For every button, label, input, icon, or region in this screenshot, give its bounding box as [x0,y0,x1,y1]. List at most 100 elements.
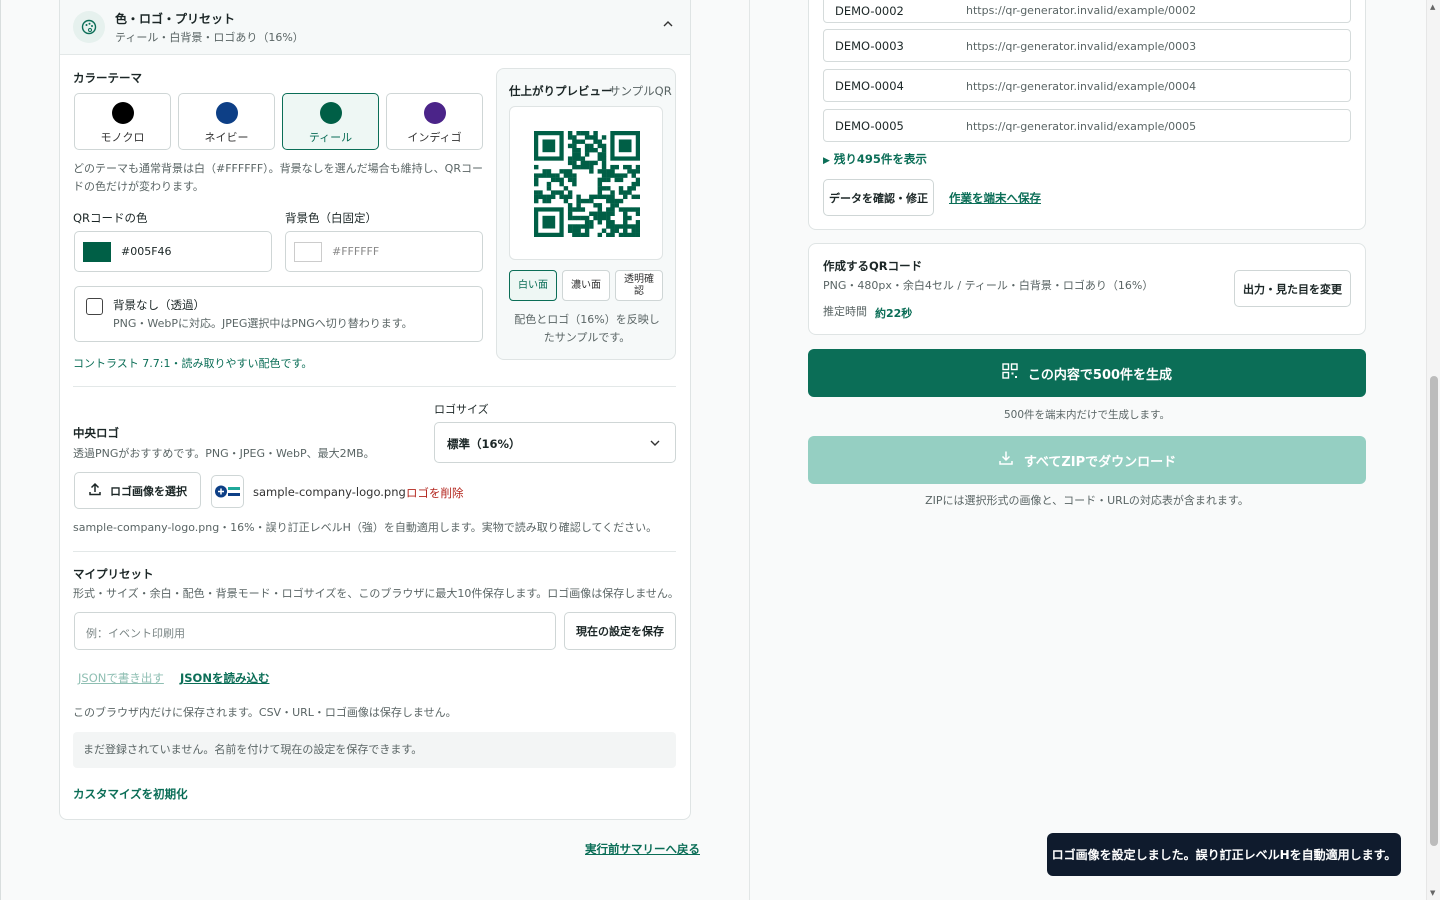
remove-logo-link[interactable]: ロゴを削除 [406,485,464,501]
theme-teal[interactable]: ティール [282,93,379,150]
qr-color-field[interactable]: #005F46 [74,231,272,272]
summary-detail: PNG・480px・余白4セル / ティール・白背景・ロゴあり（16%） [823,279,1154,292]
change-output-button[interactable]: 出力・見た目を変更 [1234,270,1351,307]
row-code: DEMO-0005 [835,119,904,133]
select-logo-label: ロゴ画像を選択 [110,484,187,498]
theme-label: モノクロ [100,131,145,144]
preset-empty-box: まだ登録されていません。名前を付けて現在の設定を保存できます。 [73,732,676,768]
storage-note: このブラウザ内だけに保存されます。CSV・URL・ロゴ画像は保存しません。 [73,706,457,719]
row-url: https://qr-generator.invalid/example/000… [966,80,1197,93]
import-json-link[interactable]: JSONを読み込む [180,670,269,686]
save-preset-button[interactable]: 現在の設定を保存 [564,612,676,650]
divider [73,551,676,552]
time-label: 推定時間 [823,305,867,318]
theme-navy[interactable]: ネイビー [178,93,275,150]
color-dot [424,102,446,124]
bg-color-field: #FFFFFF [285,231,483,272]
logo-applied-note: sample-company-logo.png・16%・誤り訂正レベルH（強）を… [73,521,658,534]
triangle-right-icon: ▶ [823,156,830,166]
theme-mono[interactable]: モノクロ [74,93,171,150]
row-code: DEMO-0002 [835,4,904,18]
scrollbar-thumb[interactable] [1430,376,1438,846]
preview-title: 仕上がりプレビュー [509,84,613,98]
qr-color-value: #005F46 [121,245,172,258]
show-more-toggle[interactable]: ▶ 残り495件を表示 [823,151,927,167]
scrollbar[interactable]: ▲ ▼ [1426,0,1440,900]
chevron-up-icon[interactable] [662,18,674,33]
zip-label: すべてZIPでダウンロード [1023,454,1177,470]
scroll-up-icon[interactable]: ▲ [1430,3,1435,11]
preset-name-placeholder: 例：イベント印刷用 [86,627,185,640]
reset-customize-link[interactable]: カスタマイズを初期化 [73,786,188,802]
scroll-down-icon[interactable]: ▼ [1430,889,1435,897]
row-code: DEMO-0003 [835,39,904,53]
transparent-label: 背景なし（透過） [113,298,205,312]
row-url: https://qr-generator.invalid/example/000… [966,120,1197,133]
qr-color-swatch[interactable] [83,242,111,262]
preview-note: 配色とロゴ（16%）を反映したサンプルです。 [514,313,660,344]
theme-label: ネイビー [204,131,249,144]
logo-note: 透過PNGがおすすめです。PNG・JPEG・WebP、最大2MB。 [73,447,375,460]
chevron-down-icon [649,437,661,452]
transparent-note: PNG・WebPに対応。JPEG選択中はPNGへ切り替わります。 [113,317,413,330]
preset-empty-text: まだ登録されていません。名前を付けて現在の設定を保存できます。 [83,743,423,756]
presets-note: 形式・サイズ・余白・配色・背景モード・ロゴサイズを、このブラウザに最大10件保存… [73,587,679,600]
bg-color-value: #FFFFFF [332,245,380,258]
generate-label: この内容で500件を生成 [1027,367,1173,383]
logo-title: 中央ロゴ [73,426,119,440]
time-value: 約22秒 [875,307,913,320]
color-dot [216,102,238,124]
theme-label: インディゴ [407,131,462,144]
row-url: https://qr-generator.invalid/example/000… [966,40,1197,53]
preset-name-input[interactable]: 例：イベント印刷用 [74,612,556,650]
zip-download-button[interactable]: すべてZIPでダウンロード [808,436,1366,484]
theme-indigo[interactable]: インディゴ [386,93,483,150]
theme-label: ティール [308,131,353,144]
bg-color-swatch [294,242,322,262]
logo-size-value: 標準（16%） [447,437,521,451]
table-row: DEMO-0003 https://qr-generator.invalid/e… [823,29,1351,62]
logo-size-select[interactable]: 標準（16%） [434,422,676,463]
table-row: DEMO-0002 https://qr-generator.invalid/e… [823,0,1351,23]
transparent-checkbox[interactable] [86,298,103,315]
logo-file-name: sample-company-logo.png [253,485,406,499]
zip-note: ZIPには選択形式の画像と、コード・URLの対応表が含まれます。 [925,494,1249,507]
qr-color-label: QRコードの色 [73,211,148,225]
mode-transparent[interactable]: 透明確認 [615,270,663,301]
color-dot [320,102,342,124]
transparent-option[interactable]: 背景なし（透過） PNG・WebPに対応。JPEG選択中はPNGへ切り替わります… [74,286,483,342]
generate-note: 500件を端末内だけで生成します。 [1004,409,1170,421]
summary-title: 作成するQRコード [823,259,923,273]
qr-sample [509,106,663,260]
generate-button[interactable]: この内容で500件を生成 [808,349,1366,397]
color-theme-label: カラーテーマ [73,71,142,85]
download-icon [998,450,1014,470]
upload-icon [88,482,102,499]
export-json-link[interactable]: JSONで書き出す [78,670,164,686]
show-more-label: 残り495件を表示 [833,152,927,166]
contrast-note: コントラスト 7.7:1・読み取りやすい配色です。 [73,357,313,370]
mode-dark[interactable]: 濃い面 [562,270,610,301]
qr-icon [1002,363,1018,383]
theme-note: どのテーマも通常背景は白（#FFFFFF）。背景なしを選んだ場合も維持し、QRコ… [73,162,483,193]
save-work-link[interactable]: 作業を端末へ保存 [949,190,1041,206]
toast-notification: ロゴ画像を設定しました。誤り訂正レベルHを自動適用します。 [1047,833,1401,876]
divider [73,386,676,387]
section-subtitle: ティール・白背景・ロゴあり（16%） [115,31,304,44]
select-logo-button[interactable]: ロゴ画像を選択 [74,472,201,509]
preview-panel: 仕上がりプレビュー サンプルQR 白い面 濃い面 透明確認 配色とロゴ（16%）… [496,68,676,360]
presets-title: マイプリセット [73,567,154,581]
row-code: DEMO-0004 [835,79,904,93]
row-url: https://qr-generator.invalid/example/000… [966,4,1197,17]
section-title: 色・ロゴ・プリセット [115,12,236,26]
mode-white[interactable]: 白い面 [509,270,557,301]
palette-icon [73,11,105,43]
logo-thumbnail [211,475,244,508]
logo-size-label: ロゴサイズ [434,403,489,416]
qr-code-image [534,131,640,237]
check-data-button[interactable]: データを確認・修正 [823,179,934,216]
section-header[interactable]: 色・ロゴ・プリセット ティール・白背景・ロゴあり（16%） [60,0,690,55]
back-to-summary-link[interactable]: 実行前サマリーへ戻る [585,841,700,857]
preview-tag: サンプルQR [609,84,672,98]
color-dot [112,102,134,124]
